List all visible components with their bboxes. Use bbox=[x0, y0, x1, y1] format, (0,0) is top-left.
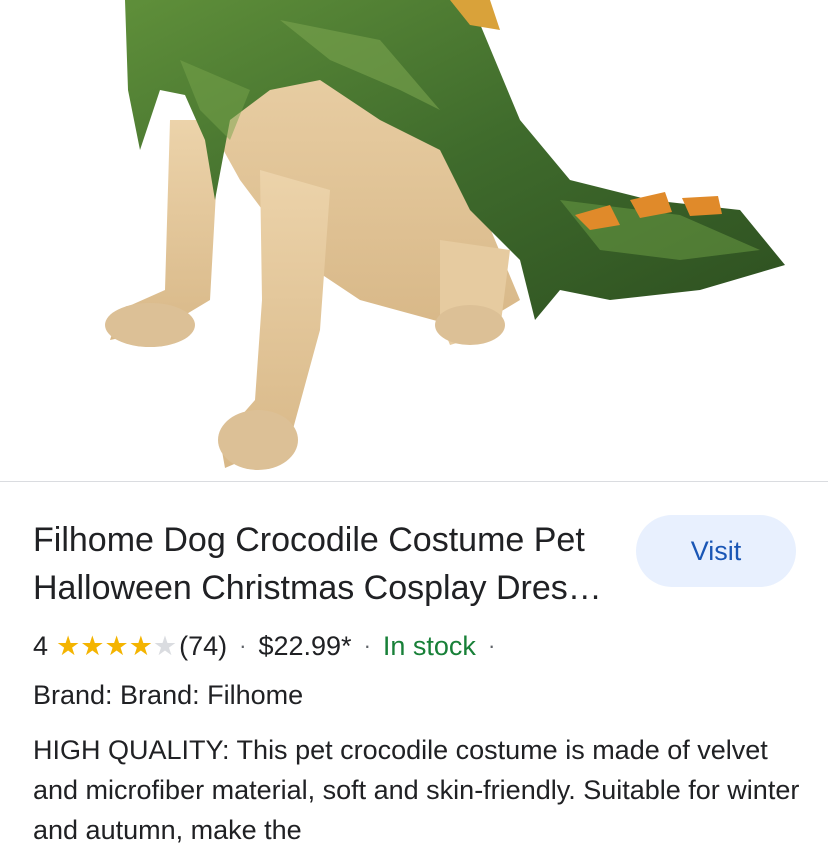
product-title[interactable]: Filhome Dog Crocodile Costume Pet Hallow… bbox=[33, 516, 613, 612]
availability-status: In stock bbox=[382, 630, 476, 661]
review-count[interactable]: (74) bbox=[179, 631, 227, 662]
dog-crocodile-costume-image bbox=[105, 0, 785, 470]
visit-button[interactable]: Visit bbox=[636, 515, 796, 587]
star-icon: ★ bbox=[128, 630, 153, 661]
product-meta-row: 4 ★ ★ ★ ★ ★ (74) · $22.99* · In stock · bbox=[33, 626, 507, 666]
separator: · bbox=[239, 633, 247, 658]
price: $22.99* bbox=[258, 630, 352, 661]
rating-stars: ★ ★ ★ ★ ★ bbox=[56, 630, 178, 661]
product-image[interactable] bbox=[0, 0, 828, 480]
separator: · bbox=[487, 633, 496, 658]
product-description: HIGH QUALITY: This pet crocodile costume… bbox=[33, 735, 800, 845]
rating-value: 4 bbox=[33, 630, 49, 661]
star-icon: ★ bbox=[104, 630, 129, 661]
divider bbox=[0, 481, 828, 482]
star-icon: ★ bbox=[56, 630, 81, 661]
star-icon: ★ bbox=[80, 630, 105, 661]
brand-line: Brand: Brand: Filhome bbox=[33, 680, 304, 710]
separator: · bbox=[363, 633, 371, 658]
star-icon: ★ bbox=[152, 630, 178, 661]
